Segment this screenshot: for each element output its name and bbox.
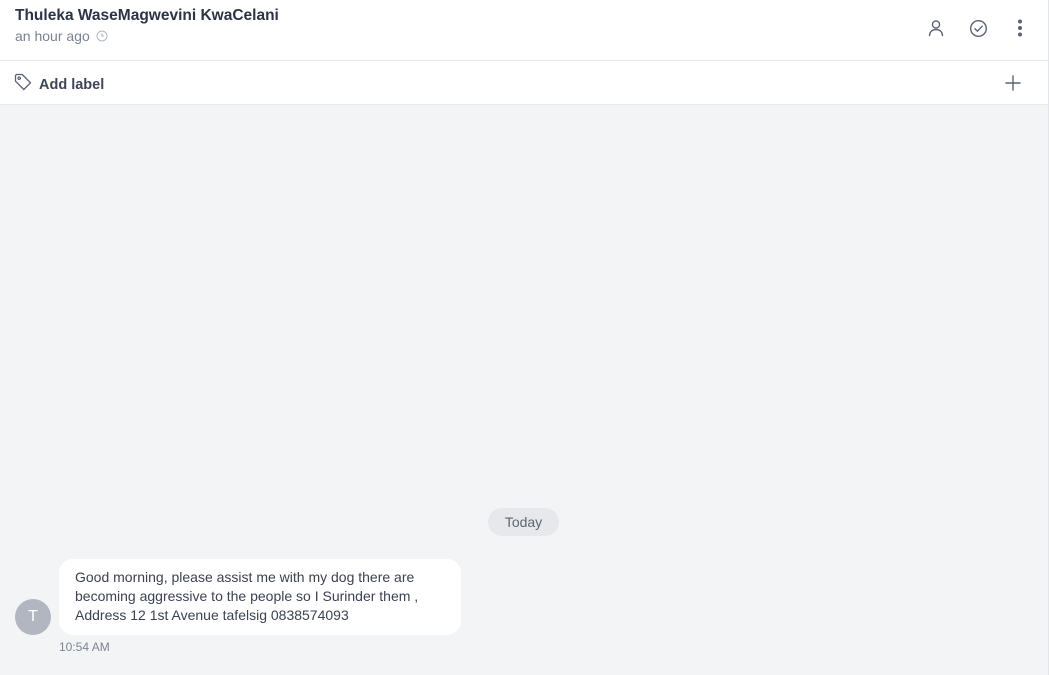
person-icon[interactable] xyxy=(924,16,948,40)
date-divider: Today xyxy=(488,508,559,536)
conversation-header: Thuleka WaseMagwevini KwaCelani an hour … xyxy=(0,0,1048,61)
add-label-text: Add label xyxy=(39,76,105,93)
avatar: T xyxy=(15,599,51,635)
message-bubble: Good morning, please assist me with my d… xyxy=(59,559,461,635)
conversation-view: Thuleka WaseMagwevini KwaCelani an hour … xyxy=(0,0,1049,675)
label-bar: Add label xyxy=(0,61,1048,105)
last-seen-text: an hour ago xyxy=(15,28,90,44)
message-list[interactable]: Today T Good morning, please assist me w… xyxy=(0,105,1048,675)
tag-icon xyxy=(14,73,32,96)
add-label-button[interactable]: Add label xyxy=(14,73,104,96)
plus-icon[interactable] xyxy=(1002,72,1024,94)
header-actions xyxy=(924,16,1032,40)
check-circle-icon[interactable] xyxy=(966,16,990,40)
message-time: 10:54 AM xyxy=(59,640,110,654)
more-vertical-icon[interactable] xyxy=(1008,16,1032,40)
contact-name[interactable]: Thuleka WaseMagwevini KwaCelani xyxy=(15,7,279,25)
clock-icon xyxy=(96,30,108,42)
last-seen: an hour ago xyxy=(15,28,108,44)
